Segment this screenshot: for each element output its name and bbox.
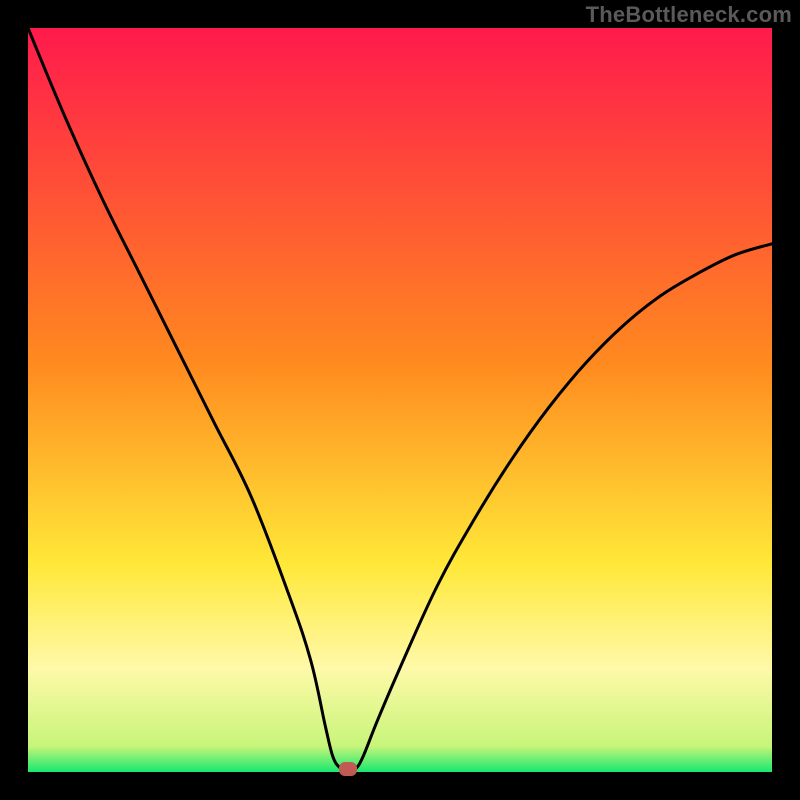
watermark-text: TheBottleneck.com [586,2,792,28]
minimum-marker-icon [339,762,357,776]
bottleneck-curve [28,28,772,772]
plot-area [28,28,772,772]
chart-frame: TheBottleneck.com [0,0,800,800]
